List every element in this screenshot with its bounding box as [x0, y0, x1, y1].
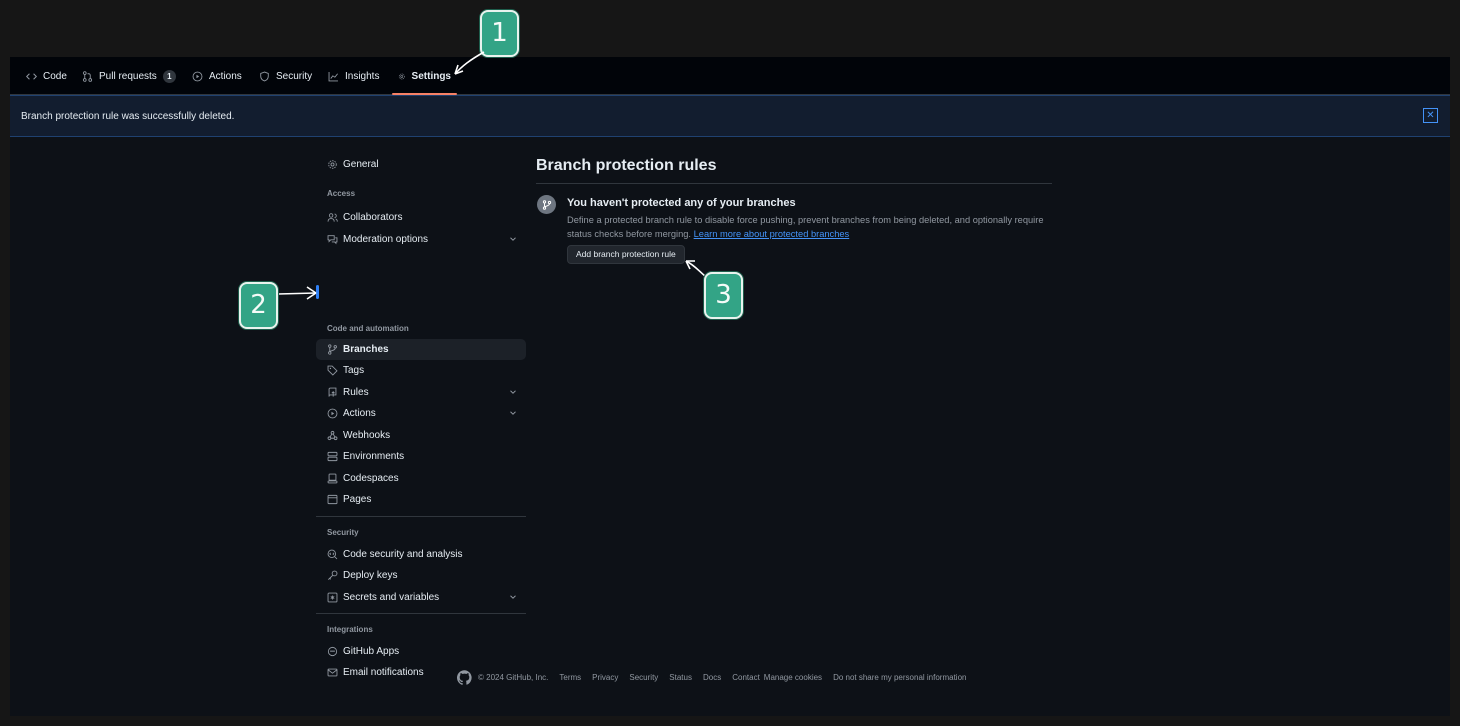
callout-badge-2: 2: [239, 282, 278, 329]
callout-arrow: [277, 51, 706, 300]
callout-badge-3: 3: [704, 272, 743, 319]
